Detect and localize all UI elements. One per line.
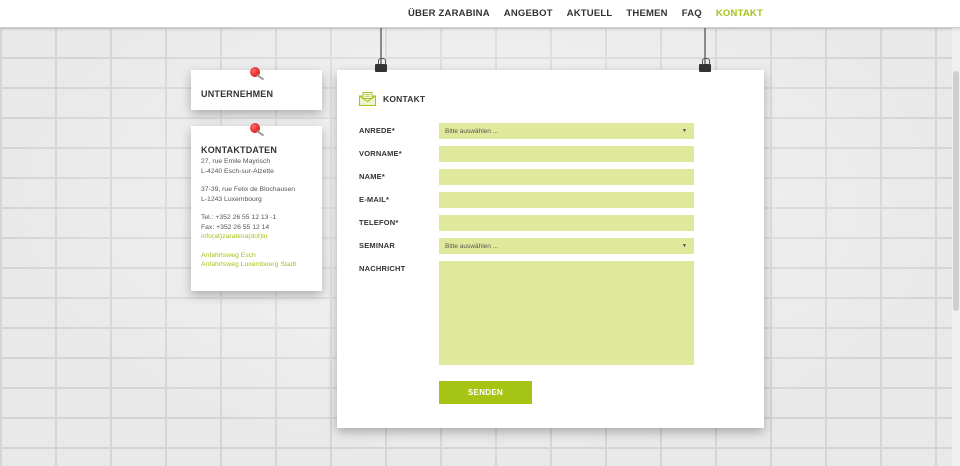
anrede-select-value: Bitte auswählen ... [445,127,499,135]
fax-number: Fax: +352 26 55 12 14 [201,223,270,231]
phone-number: Tel.: +352 26 55 12 13 -1 [201,214,277,221]
top-navigation-bar: ÜBER ZARABINA ANGEBOT AKTUELL THEMEN FAQ… [0,0,960,28]
contact-card: KONTAKTDATEN 27, rue Emile Mayrisch L-42… [191,123,322,291]
email-link[interactable]: info(at)zarabina(dot)lu [201,232,319,242]
form-row-anrede: ANREDE* Bitte auswählen ... ▼ [359,123,695,139]
address-line: 37-39, rue Felix de Blochausen [201,186,296,193]
directions-esch-link[interactable]: Anfahrtsweg Esch [201,251,319,261]
envelope-icon [359,92,376,106]
contact-card-content: KONTAKTDATEN 27, rue Emile Mayrisch L-42… [201,145,319,270]
form-row-telefon: TELEFON* [359,215,695,231]
nav-item-kontakt[interactable]: KONTAKT [709,8,770,19]
email-label: E-MAIL* [359,195,390,204]
nav-item-aktuell[interactable]: AKTUELL [560,8,620,19]
nav-item-ueber-zarabina[interactable]: ÜBER ZARABINA [401,8,497,19]
scrollbar[interactable] [952,27,960,466]
address-line: L-1243 Luxembourg [201,195,262,203]
scrollbar-thumb[interactable] [953,71,959,311]
pushpin-icon [250,67,260,77]
anrede-label: ANREDE* [359,126,395,135]
nav-item-faq[interactable]: FAQ [675,8,709,19]
binder-clip-left-icon [375,58,387,72]
form-header: KONTAKT [359,92,425,106]
telefon-label: TELEFON* [359,218,399,227]
email-input[interactable] [439,192,694,208]
contact-form-card: KONTAKT ANREDE* Bitte auswählen ... ▼ VO… [337,70,764,428]
vorname-label: VORNAME* [359,149,402,158]
nav-item-themen[interactable]: THEMEN [619,8,674,19]
telefon-input[interactable] [439,215,694,231]
form-row-nachricht: NACHRICHT [359,261,695,366]
nav-item-angebot[interactable]: ANGEBOT [497,8,560,19]
address-line: 27, rue Emile Mayrisch [201,158,271,165]
directions-luxembourg-link[interactable]: Anfahrtsweg Luxembourg Stadt [201,260,319,270]
company-card: UNTERNEHMEN [191,67,322,110]
main-nav: ÜBER ZARABINA ANGEBOT AKTUELL THEMEN FAQ… [401,0,770,27]
dropdown-caret-icon: ▼ [682,128,687,134]
name-input[interactable] [439,169,694,185]
senden-button[interactable]: SENDEN [439,381,532,404]
name-label: NAME* [359,172,386,181]
contact-card-title: KONTAKTDATEN [201,145,278,155]
form-row-vorname: VORNAME* [359,146,695,162]
form-row-email: E-MAIL* [359,192,695,208]
form-row-seminar: SEMINAR Bitte auswählen ... ▼ [359,238,695,254]
seminar-label: SEMINAR [359,241,395,250]
company-card-title[interactable]: UNTERNEHMEN [201,89,273,99]
nachricht-label: NACHRICHT [359,264,406,273]
seminar-select-value: Bitte auswählen ... [445,242,499,250]
vorname-input[interactable] [439,146,694,162]
nachricht-textarea[interactable] [439,261,694,365]
dropdown-caret-icon: ▼ [682,243,687,249]
binder-clip-right-icon [699,58,711,72]
address-line: L-4240 Esch-sur-Alzette [201,167,274,175]
form-row-name: NAME* [359,169,695,185]
anrede-select[interactable]: Bitte auswählen ... ▼ [439,123,694,139]
pushpin-icon [250,123,260,133]
form-title: KONTAKT [383,94,426,104]
seminar-select[interactable]: Bitte auswählen ... ▼ [439,238,694,254]
